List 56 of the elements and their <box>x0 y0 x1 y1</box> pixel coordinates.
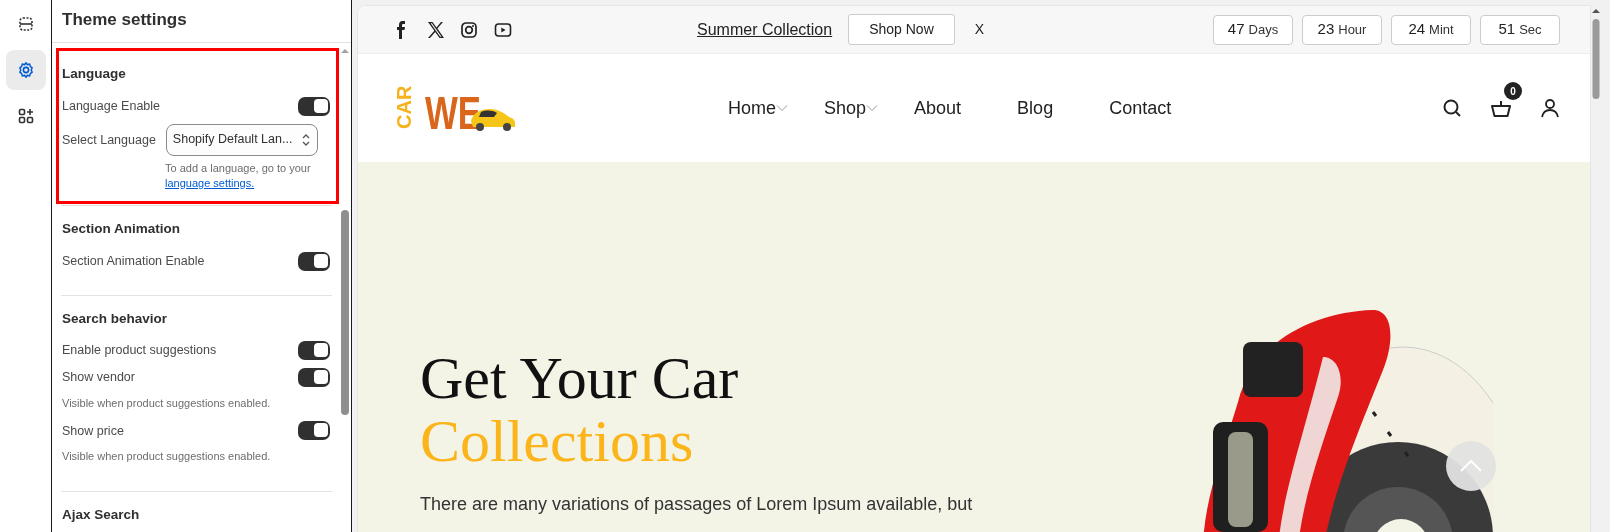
chevron-down-icon <box>866 104 879 112</box>
apps-icon <box>16 107 35 125</box>
language-select[interactable]: Shopify Default Lan... <box>165 123 318 156</box>
setting-label: Section Animation Enable <box>62 252 205 270</box>
chevron-updown-icon <box>300 132 311 147</box>
settings-link[interactable]: language settings. <box>165 177 255 190</box>
countdown-unit: Sec <box>1519 20 1542 39</box>
search-icon[interactable] <box>1442 98 1462 118</box>
chevron-down-icon <box>776 104 788 112</box>
help-text: Visible when product suggestions enabled. <box>62 450 271 463</box>
user-icon[interactable] <box>1540 98 1560 118</box>
toggle-switch[interactable] <box>298 367 330 387</box>
nav-link[interactable]: Home <box>728 94 788 122</box>
x-icon[interactable] <box>426 20 444 39</box>
nav-link[interactable]: Contact <box>1109 94 1172 122</box>
sections-icon <box>16 15 35 33</box>
toggle-switch[interactable] <box>298 421 330 441</box>
setting-label: Show price <box>62 422 124 440</box>
close-button[interactable]: X <box>968 18 991 41</box>
instagram-icon[interactable] <box>460 20 478 39</box>
countdown-value: 51 <box>1498 19 1516 40</box>
countdown-value: 24 <box>1408 19 1426 40</box>
hero-heading: Collections <box>420 410 695 473</box>
countdown-unit: Hour <box>1338 20 1367 39</box>
collection-link[interactable]: Summer Collection <box>697 17 833 42</box>
panel-title: Theme settings <box>52 0 351 44</box>
countdown-value: 23 <box>1317 19 1335 40</box>
hero-heading: Get Your Car <box>420 347 740 410</box>
chevron-up-icon <box>1459 459 1483 473</box>
countdown-unit: Mint <box>1429 20 1454 39</box>
section-heading: Language <box>62 65 126 84</box>
logo[interactable]: CAR WE <box>391 83 516 133</box>
play-icon[interactable] <box>494 20 512 39</box>
toggle-switch[interactable] <box>298 251 330 271</box>
shop-now-button[interactable]: Shop Now <box>848 14 955 45</box>
help-text: Visible when product suggestions enabled. <box>62 396 271 409</box>
nav-link[interactable]: Blog <box>1017 94 1054 122</box>
countdown-unit: Days <box>1248 20 1279 39</box>
countdown-value: 47 <box>1227 19 1245 40</box>
settings-icon <box>16 61 35 79</box>
setting-label: Select Language <box>62 131 156 149</box>
setting-label: Show vendor <box>62 369 135 387</box>
nav-link[interactable]: About <box>914 94 962 122</box>
toggle-switch[interactable] <box>298 340 330 360</box>
section-heading: Ajax Search <box>62 505 140 524</box>
help-text: To add a language, go to your language settings. <box>165 160 312 192</box>
setting-label: Enable product suggestions <box>62 342 217 360</box>
nav-link[interactable]: Shop <box>824 94 879 122</box>
section-heading: Section Animation <box>62 220 180 239</box>
section-heading: Search behavior <box>62 309 168 328</box>
sidebar-tab[interactable] <box>5 50 46 90</box>
basket-icon[interactable] <box>1490 98 1512 119</box>
cart-count-badge: 0 <box>1504 82 1522 100</box>
toggle-switch[interactable] <box>298 96 330 116</box>
hero-text: There are many variations of passages of Lorem Ipsum available, but <box>420 493 973 516</box>
setting-label: Language Enable <box>62 97 160 115</box>
